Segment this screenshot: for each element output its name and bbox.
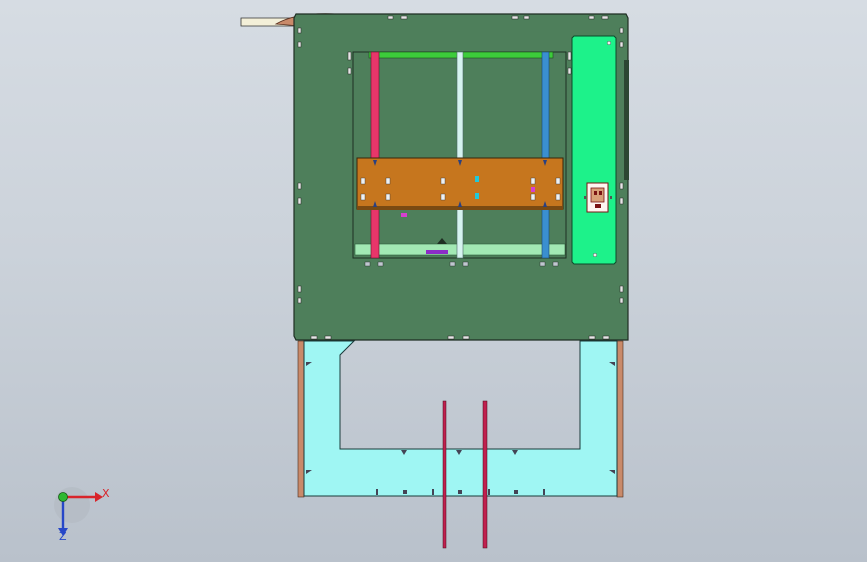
base-rail-left xyxy=(297,340,305,498)
coordinate-triad xyxy=(54,487,103,536)
printer-model-drawing[interactable] xyxy=(0,0,867,562)
base-plate[interactable] xyxy=(303,340,618,497)
x-axis-label: X xyxy=(102,487,110,500)
leadscrew-left[interactable] xyxy=(442,400,447,549)
rod-left[interactable] xyxy=(370,51,380,259)
carriage[interactable] xyxy=(356,157,564,217)
y-axis-dot xyxy=(58,492,68,502)
leadscrew-right[interactable] xyxy=(482,400,488,549)
frame-edge xyxy=(624,60,629,180)
electronics-panel[interactable] xyxy=(571,35,617,265)
z-axis-label: Z xyxy=(59,530,67,543)
belt-clip xyxy=(426,250,448,254)
cad-viewport[interactable]: X Z xyxy=(0,0,867,562)
rod-center[interactable] xyxy=(456,51,464,259)
rod-right[interactable] xyxy=(541,51,550,259)
base-rail-right xyxy=(616,340,624,498)
